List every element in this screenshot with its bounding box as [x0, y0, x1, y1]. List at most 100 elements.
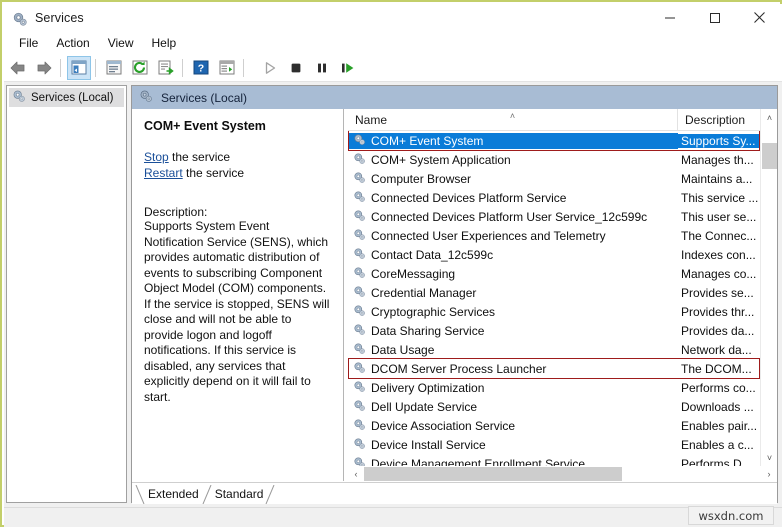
console-tree-pane: Services (Local) [6, 85, 127, 503]
result-pane-title: Services (Local) [161, 91, 247, 105]
services-gear-icon [353, 361, 366, 377]
tab-extended[interactable]: Extended [135, 485, 208, 504]
service-name-label: Contact Data_12c599c [371, 248, 493, 262]
listview-vertical-scrollbar[interactable]: ˄ ˅ [760, 109, 777, 466]
horizontal-scrollbar-track[interactable] [364, 466, 761, 481]
services-window: Services File Action View Help [0, 0, 782, 527]
stop-service-icon[interactable] [284, 56, 308, 80]
column-header-name[interactable]: Name ˄ [348, 109, 678, 131]
status-bar [4, 507, 782, 527]
service-name-label: CoreMessaging [371, 267, 455, 281]
services-gear-icon [353, 171, 366, 187]
table-row[interactable]: Data Sharing ServiceProvides da... [348, 321, 777, 340]
table-row[interactable]: Credential ManagerProvides se... [348, 283, 777, 302]
view-tabs: Extended Standard [132, 482, 777, 504]
pane-divider[interactable] [343, 109, 347, 481]
svg-text:?: ? [198, 62, 204, 74]
service-name-cell: Connected Devices Platform Service [348, 190, 678, 206]
restart-service-line: Restart the service [144, 165, 331, 181]
scroll-down-arrow-icon[interactable]: ˅ [761, 449, 777, 466]
scroll-left-arrow-icon[interactable]: ‹ [348, 466, 364, 481]
window-controls [647, 4, 782, 31]
show-hide-console-tree-icon[interactable] [67, 56, 91, 80]
table-row[interactable]: COM+ Event SystemSupports Sy... [348, 131, 777, 150]
listview-horizontal-scrollbar[interactable]: ‹ › [348, 466, 777, 481]
table-row[interactable]: Computer BrowserMaintains a... [348, 169, 777, 188]
table-row[interactable]: Connected User Experiences and Telemetry… [348, 226, 777, 245]
table-row[interactable]: Delivery OptimizationPerforms co... [348, 378, 777, 397]
service-name-label: Data Usage [371, 343, 434, 357]
service-name-cell: Device Install Service [348, 437, 678, 453]
tab-standard-label: Standard [215, 487, 264, 501]
properties-icon[interactable] [102, 56, 126, 80]
restart-service-link[interactable]: Restart [144, 166, 183, 180]
table-row[interactable]: COM+ System ApplicationManages th... [348, 150, 777, 169]
stop-service-link[interactable]: Stop [144, 150, 169, 164]
minimize-button[interactable] [647, 4, 692, 31]
result-pane: Services (Local) COM+ Event System Stop … [131, 85, 778, 503]
help-icon[interactable]: ? [189, 56, 213, 80]
service-name-label: COM+ Event System [371, 134, 483, 148]
tab-extended-label: Extended [148, 487, 199, 501]
table-row[interactable]: Connected Devices Platform ServiceThis s… [348, 188, 777, 207]
stop-service-line: Stop the service [144, 149, 331, 165]
services-gear-icon [353, 133, 366, 149]
scroll-right-arrow-icon[interactable]: › [761, 466, 777, 481]
services-gear-icon [353, 247, 366, 263]
title-bar: Services [4, 4, 782, 31]
service-name-cell: COM+ Event System [348, 133, 678, 149]
page-title: COM+ Event System [144, 119, 331, 133]
toolbar-separator [182, 59, 183, 77]
table-row[interactable]: Device Management Enrollment ServicePerf… [348, 454, 777, 466]
pause-service-icon[interactable] [310, 56, 334, 80]
scroll-up-arrow-icon[interactable]: ˄ [761, 109, 777, 126]
table-row[interactable]: Dell Update ServiceDownloads ... [348, 397, 777, 416]
table-row[interactable]: Contact Data_12c599cIndexes con... [348, 245, 777, 264]
tab-standard[interactable]: Standard [202, 485, 273, 504]
service-name-label: Connected Devices Platform User Service_… [371, 210, 647, 224]
service-name-cell: Data Sharing Service [348, 323, 678, 339]
refresh-icon[interactable] [128, 56, 152, 80]
toolbar-separator [95, 59, 96, 77]
close-button[interactable] [737, 4, 782, 31]
show-action-pane-icon[interactable] [215, 56, 239, 80]
menu-bar: File Action View Help [4, 31, 782, 54]
menu-file[interactable]: File [10, 34, 47, 52]
toolbar: ? [4, 54, 782, 82]
service-name-label: Connected Devices Platform Service [371, 191, 566, 205]
vertical-scrollbar-thumb[interactable] [762, 143, 777, 169]
service-name-label: Computer Browser [371, 172, 471, 186]
table-row[interactable]: Connected Devices Platform User Service_… [348, 207, 777, 226]
tab-left-edge [135, 485, 146, 504]
service-name-cell: CoreMessaging [348, 266, 678, 282]
menu-view[interactable]: View [99, 34, 143, 52]
service-name-label: DCOM Server Process Launcher [371, 362, 546, 376]
export-list-icon[interactable] [154, 56, 178, 80]
column-header-description[interactable]: Description [678, 109, 771, 131]
content-area: Services (Local) Services (Local) [4, 82, 782, 507]
table-row[interactable]: CoreMessagingManages co... [348, 264, 777, 283]
sidebar-item-services-local[interactable]: Services (Local) [9, 88, 124, 107]
back-icon[interactable] [6, 56, 30, 80]
horizontal-scrollbar-thumb[interactable] [364, 467, 622, 481]
description-text: Supports System Event Notification Servi… [144, 219, 331, 405]
service-name-label: Delivery Optimization [371, 381, 484, 395]
restart-service-icon[interactable] [336, 56, 360, 80]
services-gear-icon [353, 304, 366, 320]
table-row[interactable]: Cryptographic ServicesProvides thr... [348, 302, 777, 321]
service-name-cell: Contact Data_12c599c [348, 247, 678, 263]
forward-icon[interactable] [32, 56, 56, 80]
service-name-label: Device Association Service [371, 419, 515, 433]
table-row[interactable]: DCOM Server Process LauncherThe DCOM... [348, 359, 777, 378]
start-service-icon[interactable] [258, 56, 282, 80]
menu-action[interactable]: Action [47, 34, 98, 52]
services-gear-icon [353, 418, 366, 434]
table-row[interactable]: Data UsageNetwork da... [348, 340, 777, 359]
service-name-cell: Device Management Enrollment Service [348, 456, 678, 467]
menu-help[interactable]: Help [143, 34, 186, 52]
table-row[interactable]: Device Association ServiceEnables pair..… [348, 416, 777, 435]
table-row[interactable]: Device Install ServiceEnables a c... [348, 435, 777, 454]
tab-right-edge [265, 485, 276, 504]
maximize-button[interactable] [692, 4, 737, 31]
listview-header: Name ˄ Description [348, 109, 777, 131]
